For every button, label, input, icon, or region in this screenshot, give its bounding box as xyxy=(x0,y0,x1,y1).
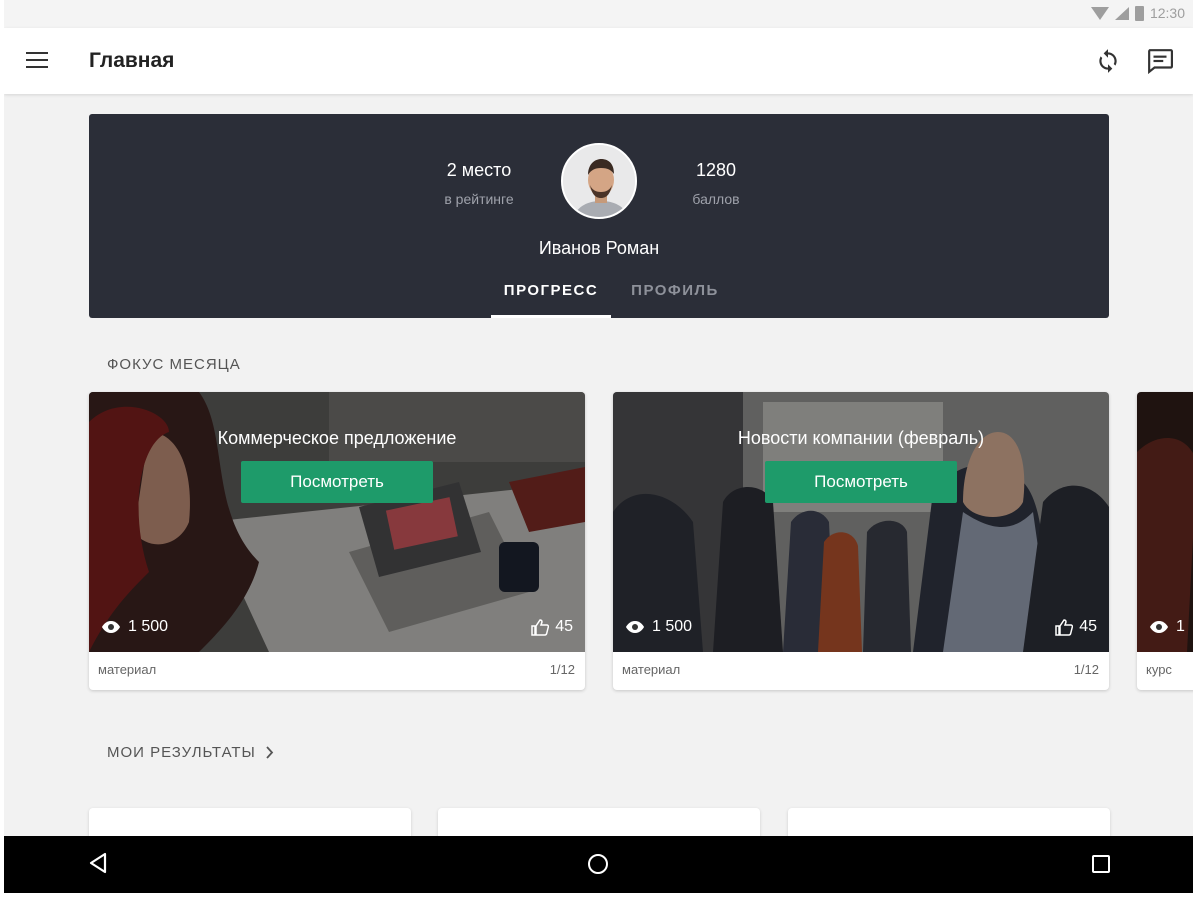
status-bar: 12:30 xyxy=(4,0,1193,28)
user-name: Иванов Роман xyxy=(538,238,660,258)
app-bar: Главная xyxy=(4,28,1193,94)
points-value: 1280 xyxy=(695,160,737,180)
card-likes[interactable]: 45 xyxy=(1055,618,1097,636)
focus-card[interactable]: Коммерческое предложение Посмотреть 1 50… xyxy=(89,392,585,690)
card-views: 1 500 xyxy=(101,618,168,636)
card-likes[interactable]: 45 xyxy=(531,618,573,636)
page-title: Главная xyxy=(89,49,175,72)
back-icon[interactable] xyxy=(88,852,108,874)
card-views: 1 500 xyxy=(625,618,692,636)
tab-profile[interactable]: ПРОФИЛЬ xyxy=(615,282,735,299)
points-label: баллов xyxy=(692,191,740,207)
section-title-results[interactable]: МОИ РЕЗУЛЬТАТЫ xyxy=(107,744,274,761)
avatar[interactable] xyxy=(561,143,637,219)
chevron-right-icon xyxy=(266,746,274,759)
likes-count: 45 xyxy=(1079,618,1097,635)
status-icons: 12:30 xyxy=(1090,5,1185,21)
eye-icon xyxy=(1150,621,1168,633)
view-button[interactable]: Посмотреть xyxy=(241,461,433,503)
card-title: Коммерческое предложение xyxy=(217,428,457,448)
wifi-icon xyxy=(1090,6,1109,20)
screen: 12:30 Главная 2 место в рейтинге 1280 ба… xyxy=(4,0,1193,893)
views-count: 1 500 xyxy=(652,618,693,635)
recents-icon[interactable] xyxy=(1092,855,1110,873)
thumbs-up-icon xyxy=(1055,618,1074,636)
results-label: МОИ РЕЗУЛЬТАТЫ xyxy=(107,744,256,761)
card-views: 1 xyxy=(1149,618,1185,636)
menu-icon[interactable] xyxy=(26,52,48,70)
status-time: 12:30 xyxy=(1149,5,1185,21)
views-count: 1 xyxy=(1176,618,1185,635)
likes-count: 45 xyxy=(555,618,573,635)
card-count: 1/12 xyxy=(549,662,575,677)
rank-label: в рейтинге xyxy=(444,191,514,207)
focus-card[interactable]: Новости компании (февраль) Посмотреть 1 … xyxy=(613,392,1109,690)
card-count: 1/12 xyxy=(1073,662,1099,677)
system-nav-bar xyxy=(4,836,1193,893)
eye-icon xyxy=(102,621,120,633)
card-image xyxy=(1137,392,1193,652)
thumbs-up-icon xyxy=(531,618,550,636)
eye-icon xyxy=(626,621,644,633)
view-button[interactable]: Посмотреть xyxy=(765,461,957,503)
section-title-focus: ФОКУС МЕСЯЦА xyxy=(107,356,241,373)
battery-icon xyxy=(1134,5,1144,21)
tab-progress[interactable]: ПРОГРЕСС xyxy=(491,282,611,299)
rank-value: 2 место xyxy=(446,160,512,180)
card-title: Новости компании (февраль) xyxy=(737,428,985,448)
profile-banner: 2 место в рейтинге 1280 баллов Иванов Ро… xyxy=(89,114,1109,318)
card-type: материал xyxy=(622,662,681,677)
refresh-icon[interactable] xyxy=(1095,48,1121,74)
home-icon[interactable] xyxy=(588,854,608,874)
card-type: курс xyxy=(1146,662,1172,677)
focus-card[interactable]: 1 курс xyxy=(1137,392,1193,690)
chat-icon[interactable] xyxy=(1145,48,1175,74)
signal-icon xyxy=(1114,6,1129,20)
views-count: 1 500 xyxy=(128,618,169,635)
tab-indicator xyxy=(491,315,611,318)
card-type: материал xyxy=(98,662,157,677)
